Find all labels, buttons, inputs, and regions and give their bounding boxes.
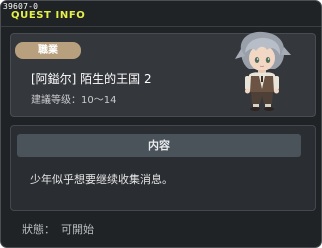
recommended-level: 建議等级：10～14 <box>31 91 116 106</box>
status-label: 狀態： <box>22 223 55 236</box>
quest-name: [阿鎰尔] 陌生的王国 2 <box>31 72 152 86</box>
npc-portrait <box>235 31 291 111</box>
quest-status: 狀態： 可開始 <box>22 221 94 237</box>
window-title: QUEST INFO <box>11 10 86 21</box>
status-value: 可開始 <box>61 223 94 236</box>
content-text: 少年似乎想要继续收集消息。 <box>30 173 173 186</box>
content-header: 内容 <box>17 134 301 157</box>
recommended-level-label: 建議等级： <box>31 95 81 106</box>
recommended-level-value: 10～14 <box>81 95 117 106</box>
quest-info-window: 39607-0 QUEST INFO 職業 [阿鎰尔] 陌生的王国 2 建議等级… <box>0 0 322 248</box>
title-divider <box>1 26 321 27</box>
job-badge: 職業 <box>15 42 81 59</box>
